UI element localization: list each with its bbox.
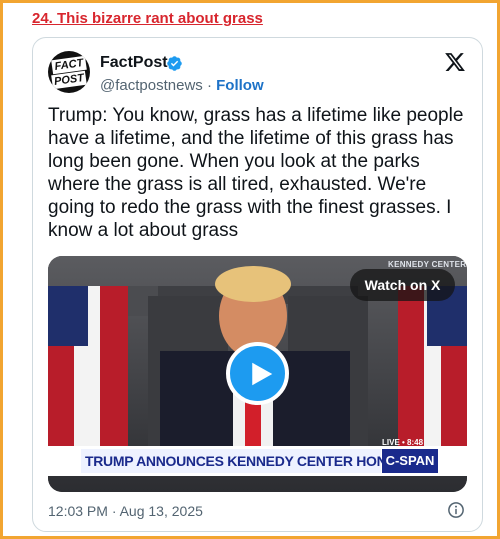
handle-row: @factpostnews · Follow	[100, 77, 264, 94]
info-icon[interactable]	[447, 501, 465, 519]
page-frame: 24. This bizarre rant about grass FACT P…	[0, 0, 500, 539]
video-player[interactable]: KENNEDY CENTER Watch on X LIVE • 8:48 TR…	[48, 256, 467, 492]
handle[interactable]: @factpostnews	[100, 77, 203, 94]
x-logo-icon[interactable]	[444, 51, 466, 73]
play-icon	[252, 362, 273, 386]
verified-badge-icon	[167, 56, 182, 71]
embedded-tweet-card[interactable]: FACT POST FactPost @factpostnews · Follo…	[32, 37, 483, 532]
watch-on-x-button[interactable]: Watch on X	[350, 269, 455, 301]
network-logo: C-SPAN	[382, 449, 438, 473]
tweet-timestamp[interactable]: 12:03 PM · Aug 13, 2025	[48, 503, 203, 519]
play-button[interactable]	[226, 342, 289, 405]
tweet-text: Trump: You know, grass has a lifetime li…	[48, 105, 464, 241]
chyron-headline: TRUMP ANNOUNCES KENNEDY CENTER HONOREES	[81, 449, 434, 473]
separator-dot: ·	[206, 77, 212, 94]
article-headline[interactable]: 24. This bizarre rant about grass	[32, 10, 263, 27]
backdrop-label: KENNEDY CENTER	[388, 260, 467, 269]
display-name[interactable]: FactPost	[100, 54, 168, 72]
news-chyron: TRUMP ANNOUNCES KENNEDY CENTER HONOREES …	[48, 446, 467, 476]
follow-button[interactable]: Follow	[216, 77, 264, 94]
avatar[interactable]: FACT POST	[48, 51, 90, 93]
